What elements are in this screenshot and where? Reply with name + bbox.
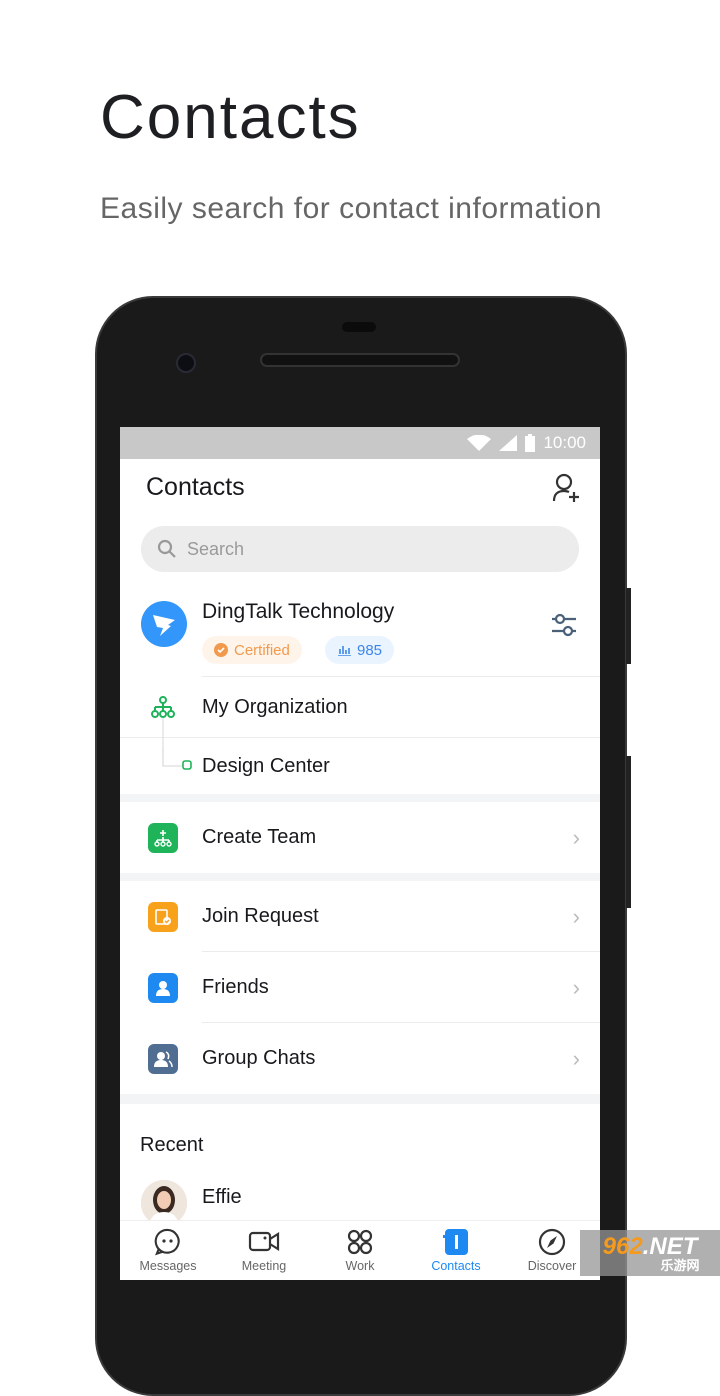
search-input[interactable]: Search <box>141 526 579 572</box>
bottom-tab-bar: Messages Meeting Work Contacts Discover <box>120 1220 600 1280</box>
search-icon <box>157 539 176 558</box>
page-title: Contacts <box>146 473 245 501</box>
organization-card[interactable]: DingTalk Technology Certified 985 <box>120 586 600 676</box>
menu-label: Friends <box>202 976 269 998</box>
tab-label: Discover <box>527 1259 577 1273</box>
contacts-icon <box>443 1229 468 1255</box>
org-tree-item-my-organization[interactable]: My Organization <box>120 677 600 766</box>
certified-badge: Certified <box>202 636 302 664</box>
organization-name: DingTalk Technology <box>202 600 395 623</box>
menu-label: Join Request <box>202 905 319 927</box>
status-time: 10:00 <box>543 433 586 452</box>
tab-label: Meeting <box>241 1259 287 1273</box>
chevron-right-icon: › <box>572 824 580 850</box>
chevron-right-icon: › <box>572 974 580 1000</box>
camera <box>176 353 196 373</box>
certified-icon <box>214 643 228 657</box>
messages-icon <box>154 1228 180 1256</box>
wifi-icon <box>467 435 492 451</box>
department-node-icon <box>162 748 192 770</box>
tab-label: Work <box>345 1259 375 1273</box>
compass-icon <box>538 1228 566 1256</box>
header: Contacts <box>120 459 600 517</box>
org-tree-label: Design Center <box>202 754 330 777</box>
speaker <box>260 353 460 367</box>
settings-sliders-icon[interactable] <box>550 612 578 638</box>
member-count: 985 <box>357 641 383 659</box>
status-bar: 10:00 <box>120 427 600 459</box>
promo-title: Contacts <box>100 83 361 152</box>
menu-item-friends[interactable]: Friends › <box>120 952 600 1023</box>
watermark-logo: 962.NET 乐游网 <box>580 1230 720 1276</box>
org-tree-label: My Organization <box>202 695 348 718</box>
menu-item-group-chats[interactable]: Group Chats › <box>120 1023 600 1094</box>
organization-logo <box>141 601 187 647</box>
signal-icon <box>499 435 518 451</box>
menu-label: Create Team <box>202 826 317 848</box>
bar-chart-icon <box>338 646 351 656</box>
recent-title: Recent <box>140 1134 204 1156</box>
menu-label: Group Chats <box>202 1047 316 1069</box>
sensor <box>342 322 376 332</box>
tab-messages[interactable]: Messages <box>120 1221 216 1280</box>
org-tree-item-design-center[interactable]: Design Center <box>120 738 600 794</box>
chevron-right-icon: › <box>572 1045 580 1071</box>
tab-meeting[interactable]: Meeting <box>216 1221 312 1280</box>
power-button <box>626 588 631 664</box>
battery-icon <box>525 434 536 452</box>
tab-label: Contacts <box>431 1259 481 1273</box>
menu-item-create-team[interactable]: Create Team › <box>120 802 600 873</box>
meeting-icon <box>248 1231 280 1252</box>
tab-work[interactable]: Work <box>312 1221 408 1280</box>
contact-name: Effie <box>202 1186 242 1208</box>
add-contact-icon[interactable] <box>552 473 580 503</box>
screen: 10:00 Contacts Search DingTalk Technolog… <box>120 427 600 1280</box>
tab-label: Messages <box>139 1259 197 1273</box>
group-chats-icon <box>148 1043 178 1074</box>
member-count-badge[interactable]: 985 <box>325 636 395 664</box>
chevron-right-icon: › <box>572 903 580 929</box>
join-request-icon <box>148 901 178 932</box>
dingtalk-logo-icon <box>153 615 175 636</box>
promo-subtitle: Easily search for contact information <box>100 192 603 225</box>
menu-item-join-request[interactable]: Join Request › <box>120 881 600 952</box>
friends-icon <box>148 972 178 1003</box>
search-placeholder: Search <box>187 538 245 559</box>
work-icon <box>347 1229 373 1255</box>
certified-label: Certified <box>234 641 290 659</box>
volume-button <box>626 756 631 908</box>
tab-contacts[interactable]: Contacts <box>408 1221 504 1280</box>
create-team-icon <box>148 822 178 853</box>
